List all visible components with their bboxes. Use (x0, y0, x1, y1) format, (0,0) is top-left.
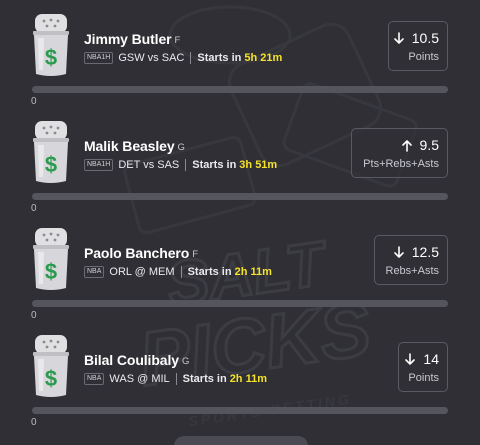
prop-card[interactable]: $ Malik Beasley G NBA1H DET vs SAS Starts… (0, 107, 480, 214)
countdown: 2h 11m (229, 373, 267, 385)
divider (175, 373, 177, 385)
projection-button[interactable]: 9.5 Pts+Rebs+Asts (351, 128, 448, 178)
progress-bar (32, 407, 448, 414)
stat-type: Points (408, 51, 439, 63)
matchup: WAS @ MIL (109, 373, 170, 385)
matchup: DET vs SAS (118, 159, 180, 171)
props-feed: SALT PICKS SPORTS BETTING $ Jimmy Butler… (0, 0, 480, 445)
salt-shaker-icon: $ (33, 121, 69, 183)
player-name[interactable]: Jimmy Butler F (84, 31, 180, 47)
start-time: Starts in 3h 51m (192, 159, 278, 171)
league-badge: NBA1H (84, 52, 114, 64)
countdown: 2h 11m (234, 266, 272, 278)
salt-shaker-icon: $ (33, 228, 69, 290)
projection-value: 10.5 (393, 30, 439, 46)
divider (185, 159, 187, 171)
matchup: GSW vs SAC (118, 52, 185, 64)
league-badge: NBA1H (84, 159, 114, 171)
svg-text:$: $ (45, 45, 57, 70)
player-name[interactable]: Malik Beasley G (84, 138, 185, 154)
svg-text:$: $ (45, 259, 57, 284)
start-time: Starts in 5h 21m (197, 52, 283, 64)
projection-button[interactable]: 14 Points (398, 342, 448, 392)
projection-button[interactable]: 10.5 Points (388, 21, 448, 71)
arrow-down-icon (405, 352, 416, 365)
projection-button[interactable]: 12.5 Rebs+Asts (374, 235, 448, 285)
prop-card[interactable]: $ Paolo Banchero F NBA ORL @ MEM Starts i… (0, 214, 480, 321)
arrow-down-icon (393, 31, 404, 44)
pick-count: 0 (31, 203, 37, 214)
divider (190, 52, 192, 64)
league-badge: NBA (84, 266, 105, 278)
player-name[interactable]: Bilal Coulibaly G (84, 352, 189, 368)
progress-bar (32, 300, 448, 307)
svg-text:$: $ (45, 366, 57, 391)
pick-count: 0 (31, 417, 37, 428)
next-card-peek (174, 436, 308, 445)
game-info: NBA1H DET vs SAS Starts in 3h 51m (84, 158, 277, 172)
projection-value: 12.5 (393, 244, 439, 260)
prop-card[interactable]: $ Bilal Coulibaly G NBA WAS @ MIL Starts … (0, 321, 480, 428)
countdown: 3h 51m (239, 159, 278, 171)
game-info: NBA WAS @ MIL Starts in 2h 11m (84, 372, 267, 386)
countdown: 5h 21m (244, 52, 283, 64)
svg-text:$: $ (45, 152, 57, 177)
start-time: Starts in 2h 11m (182, 373, 267, 385)
player-position: G (177, 142, 185, 153)
player-name[interactable]: Paolo Banchero F (84, 245, 198, 261)
pick-count: 0 (31, 96, 37, 107)
stat-type: Pts+Rebs+Asts (363, 158, 439, 170)
salt-shaker-icon: $ (33, 335, 69, 397)
projection-value: 14 (405, 351, 439, 367)
divider (180, 266, 182, 278)
salt-shaker-icon: $ (33, 14, 69, 76)
player-position: F (192, 249, 198, 260)
stat-type: Rebs+Asts (385, 265, 440, 277)
game-info: NBA ORL @ MEM Starts in 2h 11m (84, 265, 272, 279)
start-time: Starts in 2h 11m (187, 266, 272, 278)
arrow-down-icon (393, 245, 404, 258)
player-position: F (174, 35, 181, 46)
prop-card[interactable]: $ Jimmy Butler F NBA1H GSW vs SAC Starts … (0, 0, 480, 107)
progress-bar (32, 193, 448, 200)
game-info: NBA1H GSW vs SAC Starts in 5h 21m (84, 51, 282, 65)
stat-type: Points (408, 372, 439, 384)
projection-value: 9.5 (401, 137, 439, 153)
pick-count: 0 (31, 310, 37, 321)
arrow-up-icon (401, 139, 412, 152)
matchup: ORL @ MEM (109, 266, 175, 278)
player-position: G (181, 356, 190, 367)
league-badge: NBA (84, 373, 105, 385)
progress-bar (32, 86, 448, 93)
